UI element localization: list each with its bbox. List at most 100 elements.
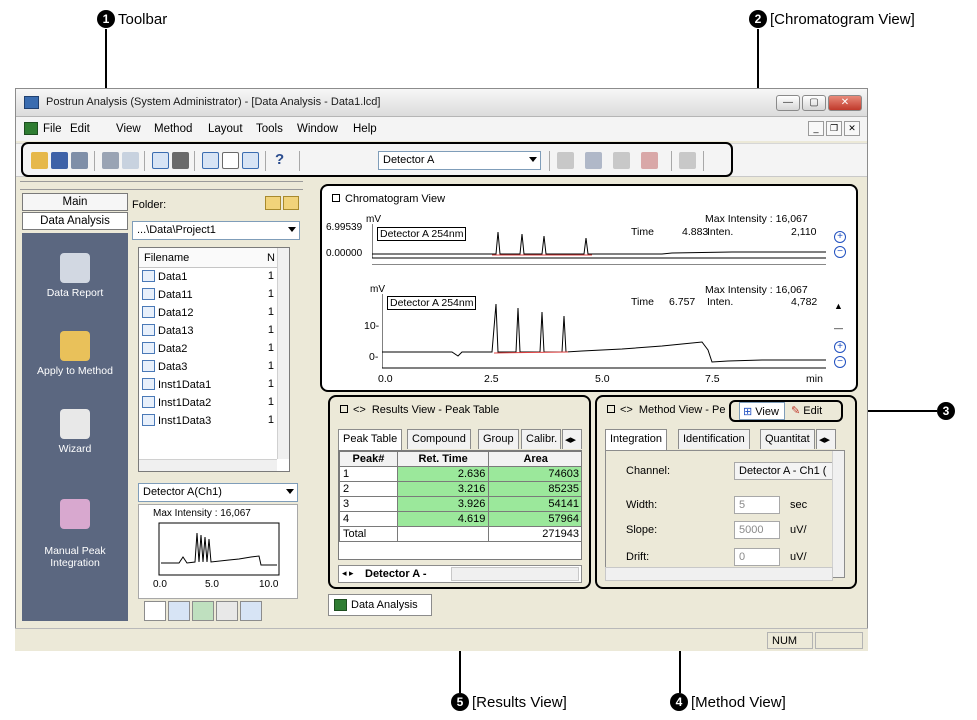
menu-method[interactable]: Method (154, 123, 192, 135)
tab-peak-table[interactable]: Peak Table (338, 429, 403, 450)
results-hscrollbar[interactable] (451, 567, 579, 581)
folder-path-select[interactable]: ...\Data\Project1 (132, 221, 300, 240)
cell-ret-time: 4.619 (396, 511, 490, 527)
col-ret-time[interactable]: Ret. Time (396, 451, 490, 467)
cell-area: 85235 (488, 481, 581, 497)
doc-icon (24, 122, 38, 135)
zoom-in-icon[interactable]: + (834, 231, 846, 243)
bottom-y-tick-0: 0- (369, 351, 379, 363)
file-list-item[interactable]: Data12 1 (142, 306, 276, 324)
explorer-tab-report-icon[interactable] (216, 601, 238, 621)
close-button[interactable]: ✕ (828, 95, 862, 111)
menu-edit[interactable]: Edit (70, 123, 90, 135)
file-n: 1 (267, 270, 274, 282)
tab-quantitative[interactable]: Quantitat (760, 429, 815, 449)
menu-window[interactable]: Window (297, 123, 338, 135)
explorer-tab-batch-icon[interactable] (192, 601, 214, 621)
nav-arrows-icon[interactable]: ◂ ▸ (342, 568, 354, 579)
chromatogram-view: Chromatogram View mV 6.99539 0.00000 Max… (320, 184, 858, 392)
file-name: Data3 (158, 361, 188, 373)
width-input[interactable]: 5 (734, 496, 780, 514)
manual-peak-integration-item[interactable]: Manual Peak Integration (22, 487, 128, 569)
tab-scroll-arrows[interactable]: ◂▸ (562, 429, 582, 449)
zoom-in-icon[interactable]: + (834, 341, 846, 353)
mdi-restore-button[interactable]: ❐ (826, 121, 842, 136)
tab-identification[interactable]: Identification (678, 429, 750, 449)
file-list-hscrollbar[interactable] (139, 459, 277, 471)
slope-input[interactable]: 5000 (734, 521, 780, 539)
maximize-button[interactable]: ▢ (802, 95, 826, 111)
mdi-minimize-button[interactable]: _ (808, 121, 824, 136)
callout-label: [Chromatogram View] (770, 10, 915, 28)
table-row[interactable]: 2 3.216 85235 (339, 481, 581, 497)
num-lock-indicator: NUM (767, 632, 813, 649)
cell-area: 74603 (488, 466, 581, 482)
mdi-close-button[interactable]: ✕ (844, 121, 860, 136)
tab-calibration[interactable]: Calibr. (521, 429, 561, 449)
top-inten-label: Inten. (707, 226, 734, 238)
apply-to-method-label: Apply to Method (37, 365, 113, 377)
folder-up-icon[interactable] (265, 196, 281, 210)
menu-tools[interactable]: Tools (256, 123, 283, 135)
results-detector-tab[interactable]: Detector A - (365, 568, 427, 580)
tab-data-analysis[interactable]: Data Analysis (22, 212, 128, 230)
chromatogram-file-icon (142, 378, 155, 390)
explorer-tab-method-icon[interactable] (168, 601, 190, 621)
menu-layout[interactable]: Layout (208, 123, 243, 135)
table-row[interactable]: 4 4.619 57964 (339, 511, 581, 527)
apply-to-method-item[interactable]: Apply to Method (22, 331, 128, 377)
menu-file[interactable]: File (43, 123, 62, 135)
sync-icon: <> (620, 404, 633, 416)
tab-group[interactable]: Group (478, 429, 519, 449)
bottom-inten-label: Inten. (707, 296, 734, 308)
file-list-item[interactable]: Data11 1 (142, 288, 276, 306)
tab-compound[interactable]: Compound (407, 429, 471, 449)
mini-chromatogram[interactable]: Max Intensity : 16,067 0.0 5.0 10.0 (138, 504, 298, 599)
callout-number: 2 (749, 10, 767, 28)
col-area[interactable]: Area (488, 451, 581, 467)
tab-data-analysis-document[interactable]: Data Analysis (328, 594, 432, 616)
folder-browse-icon[interactable] (283, 196, 299, 210)
menu-view[interactable]: View (116, 123, 141, 135)
col-peak[interactable]: Peak# (339, 451, 398, 467)
manual-integration-icon (60, 499, 90, 529)
tab-main[interactable]: Main (22, 193, 128, 211)
cell-ret-time: 3.216 (396, 481, 490, 497)
zoom-out-icon[interactable]: − (834, 246, 846, 258)
tab-scroll-arrows[interactable]: ◂▸ (816, 429, 836, 449)
menu-help[interactable]: Help (353, 123, 377, 135)
table-row[interactable]: 1 2.636 74603 (339, 466, 581, 482)
file-n: 1 (267, 396, 274, 408)
file-list-item[interactable]: Data13 1 (142, 324, 276, 342)
view-edit-highlight (729, 400, 843, 422)
file-list-item[interactable]: Data3 1 (142, 360, 276, 378)
results-bottom-bar: ◂ ▸ Detector A - (338, 565, 582, 583)
table-row[interactable]: 3 3.926 54141 (339, 496, 581, 512)
drift-input[interactable]: 0 (734, 548, 780, 566)
data-report-item[interactable]: Data Report (22, 253, 128, 299)
col-filename[interactable]: Filename (144, 252, 189, 264)
data-report-icon (60, 253, 90, 283)
channel-select[interactable]: Detector A - Ch1 ( (734, 462, 834, 480)
col-n[interactable]: N (267, 252, 275, 264)
mini-detector-select[interactable]: Detector A(Ch1) (138, 483, 298, 502)
zoom-out-icon[interactable]: − (834, 356, 846, 368)
file-list-item[interactable]: Inst1Data3 1 (142, 414, 276, 432)
method-hscrollbar[interactable] (605, 567, 833, 581)
assistant-grip (20, 181, 132, 190)
callout-number: 1 (97, 10, 115, 28)
wizard-item[interactable]: Wizard (22, 409, 128, 455)
file-list-item[interactable]: Data2 1 (142, 342, 276, 360)
app-icon (24, 96, 39, 109)
bottom-detector-label: Detector A 254nm (387, 296, 477, 310)
explorer-tab-log-icon[interactable] (240, 601, 262, 621)
file-list-item[interactable]: Inst1Data1 1 (142, 378, 276, 396)
file-list-item[interactable]: Inst1Data2 1 (142, 396, 276, 414)
file-list-vscrollbar[interactable] (277, 248, 289, 459)
file-list-item[interactable]: Data1 1 (142, 270, 276, 288)
scroll-up-icon[interactable]: ▲ (834, 301, 843, 311)
tab-integration[interactable]: Integration (605, 429, 667, 450)
minimize-button[interactable]: — (776, 95, 800, 111)
integration-vscrollbar[interactable] (832, 451, 844, 577)
explorer-tab-data-icon[interactable] (144, 601, 166, 621)
